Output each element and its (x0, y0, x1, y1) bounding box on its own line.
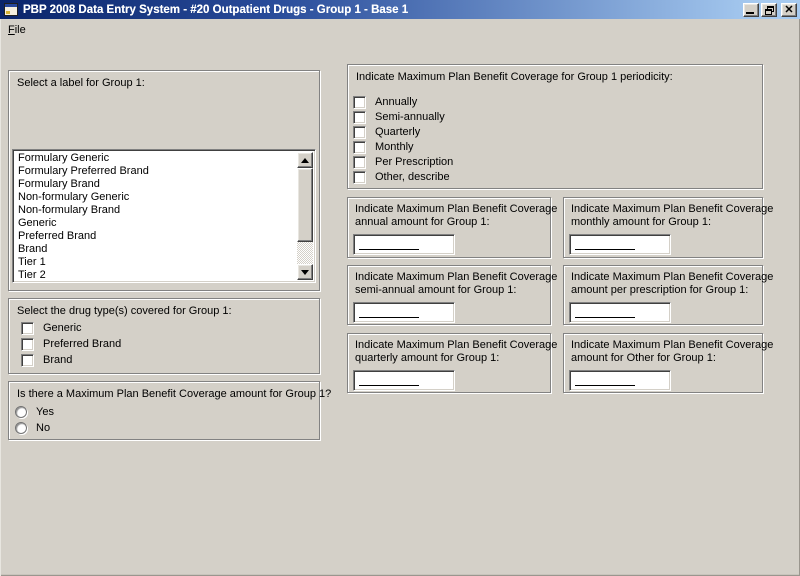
annual-amount-input[interactable] (353, 234, 455, 255)
list-item-non-formulary-brand[interactable]: Non-formulary Brand (15, 204, 296, 217)
scroll-up-arrow-icon (301, 157, 309, 163)
list-item-tier-1[interactable]: Tier 1 (15, 256, 296, 269)
semi-annual-amount-label: Indicate Maximum Plan Benefit Coverage se… (355, 271, 558, 296)
scroll-up-button[interactable] (297, 152, 313, 168)
radio-no[interactable] (15, 422, 27, 434)
restore-button[interactable] (761, 3, 777, 17)
mpb-semi-annual-amount-group: Indicate Maximum Plan Benefit Coverage se… (347, 265, 557, 325)
checkbox-monthly-label: Monthly (375, 141, 414, 153)
periodicity-group-title: Indicate Maximum Plan Benefit Coverage f… (356, 71, 673, 83)
menubar: File (0, 19, 800, 39)
titlebar[interactable]: PBP 2008 Data Entry System - #20 Outpati… (0, 0, 800, 19)
checkbox-preferred-brand[interactable] (21, 337, 34, 351)
annual-amount-label: Indicate Maximum Plan Benefit Coverage an… (355, 203, 558, 228)
scroll-down-arrow-icon (301, 269, 309, 275)
listbox-items: Formulary Generic Formulary Preferred Br… (15, 152, 296, 282)
checkbox-semi-annually-label: Semi-annually (375, 111, 445, 123)
radio-yes[interactable] (15, 406, 27, 418)
checkbox-annually[interactable] (353, 95, 366, 109)
close-icon: ✕ (784, 4, 794, 16)
checkbox-other-describe-label: Other, describe (375, 171, 450, 183)
group1-label-listbox[interactable]: Formulary Generic Formulary Preferred Br… (12, 149, 316, 283)
list-item-formulary-preferred-brand[interactable]: Formulary Preferred Brand (15, 165, 296, 178)
mpb-monthly-amount-group: Indicate Maximum Plan Benefit Coverage mo… (563, 197, 773, 258)
checkbox-brand-label: Brand (43, 354, 73, 366)
scrollbar-thumb[interactable] (297, 168, 313, 242)
list-item-brand[interactable]: Brand (15, 243, 296, 256)
window-title: PBP 2008 Data Entry System - #20 Outpati… (23, 3, 409, 16)
mpb-question-group-box: Is there a Maximum Plan Benefit Coverage… (8, 381, 331, 440)
close-button[interactable]: ✕ (781, 3, 797, 17)
list-item-generic[interactable]: Generic (15, 217, 296, 230)
drug-type-group-box: Select the drug type(s) covered for Grou… (8, 298, 320, 374)
drug-type-group-title: Select the drug type(s) covered for Grou… (17, 305, 232, 317)
minimize-button[interactable] (743, 3, 759, 17)
input-underscore (359, 249, 419, 250)
app-window: PBP 2008 Data Entry System - #20 Outpati… (0, 0, 800, 576)
label-group-title: Select a label for Group 1: (17, 77, 145, 89)
periodicity-group-box: Indicate Maximum Plan Benefit Coverage f… (347, 64, 763, 189)
input-underscore (359, 385, 419, 386)
semi-annual-amount-input[interactable] (353, 302, 455, 323)
monthly-amount-label: Indicate Maximum Plan Benefit Coverage mo… (571, 203, 774, 228)
checkbox-generic[interactable] (21, 321, 34, 335)
checkbox-generic-label: Generic (43, 322, 82, 334)
monthly-amount-input[interactable] (569, 234, 671, 255)
menu-file[interactable]: File (7, 23, 31, 38)
checkbox-semi-annually[interactable] (353, 110, 366, 124)
quarterly-amount-input[interactable] (353, 370, 455, 391)
input-underscore (359, 317, 419, 318)
checkbox-per-prescription-label: Per Prescription (375, 156, 454, 168)
input-underscore (575, 317, 635, 318)
list-item-non-formulary-generic[interactable]: Non-formulary Generic (15, 191, 296, 204)
mpb-other-amount-group: Indicate Maximum Plan Benefit Coverage am… (563, 333, 773, 393)
other-amount-input[interactable] (569, 370, 671, 391)
listbox-scrollbar[interactable] (297, 152, 313, 280)
list-item-formulary-generic[interactable]: Formulary Generic (15, 152, 296, 165)
app-icon (4, 3, 18, 16)
mpb-question-title: Is there a Maximum Plan Benefit Coverage… (17, 388, 332, 400)
mpb-per-prescription-amount-group: Indicate Maximum Plan Benefit Coverage am… (563, 265, 773, 325)
mpb-annual-amount-group: Indicate Maximum Plan Benefit Coverage an… (347, 197, 557, 258)
window-controls: ✕ (741, 3, 797, 17)
checkbox-quarterly[interactable] (353, 125, 366, 139)
radio-no-label: No (36, 422, 51, 434)
checkbox-quarterly-label: Quarterly (375, 126, 421, 138)
mpb-quarterly-amount-group: Indicate Maximum Plan Benefit Coverage qu… (347, 333, 557, 393)
radio-yes-label: Yes (36, 406, 54, 418)
checkbox-per-prescription[interactable] (353, 155, 366, 169)
label-group-box: Select a label for Group 1: Formulary Ge… (8, 70, 320, 291)
checkbox-monthly[interactable] (353, 140, 366, 154)
list-item-tier-2[interactable]: Tier 2 (15, 269, 296, 282)
per-prescription-amount-input[interactable] (569, 302, 671, 323)
checkbox-brand[interactable] (21, 353, 34, 367)
other-amount-label: Indicate Maximum Plan Benefit Coverage am… (571, 339, 774, 364)
checkbox-annually-label: Annually (375, 96, 418, 108)
list-item-preferred-brand[interactable]: Preferred Brand (15, 230, 296, 243)
per-prescription-amount-label: Indicate Maximum Plan Benefit Coverage am… (571, 271, 774, 296)
restore-window-icon (764, 5, 774, 15)
checkbox-preferred-brand-label: Preferred Brand (43, 338, 122, 350)
list-item-formulary-brand[interactable]: Formulary Brand (15, 178, 296, 191)
input-underscore (575, 385, 635, 386)
checkbox-other-describe[interactable] (353, 170, 366, 184)
minimize-icon (746, 12, 754, 14)
input-underscore (575, 249, 635, 250)
scroll-down-button[interactable] (297, 264, 313, 280)
quarterly-amount-label: Indicate Maximum Plan Benefit Coverage qu… (355, 339, 558, 364)
